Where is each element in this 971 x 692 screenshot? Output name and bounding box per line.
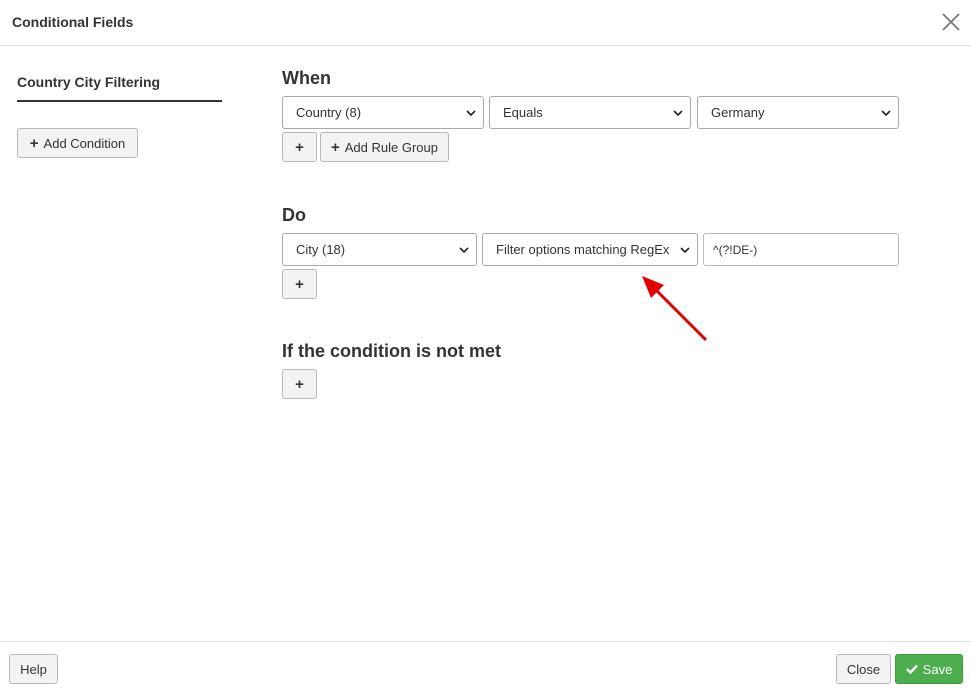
save-button[interactable]: Save xyxy=(895,654,963,684)
when-operator-value: Equals xyxy=(503,105,543,120)
dialog-title: Conditional Fields xyxy=(12,14,134,30)
add-else-action-button[interactable]: + xyxy=(282,369,317,399)
condition-tab[interactable]: Country City Filtering xyxy=(17,74,222,102)
chevron-down-icon xyxy=(466,110,476,117)
regex-input[interactable]: ^(?!DE-) xyxy=(703,233,899,266)
plus-icon: + xyxy=(295,275,304,293)
do-field-select[interactable]: City (18) xyxy=(282,233,477,266)
plus-icon: + xyxy=(29,134,39,152)
plus-icon: + xyxy=(295,138,304,156)
add-rule-group-button[interactable]: + Add Rule Group xyxy=(320,132,449,162)
dialog-header: Conditional Fields xyxy=(0,0,971,46)
add-rule-group-label: Add Rule Group xyxy=(344,139,438,155)
save-label: Save xyxy=(922,661,953,677)
when-value-value: Germany xyxy=(711,105,765,120)
add-condition-label: Add Condition xyxy=(43,135,126,151)
plus-icon: + xyxy=(331,138,340,156)
dialog-footer xyxy=(0,641,971,692)
chevron-down-icon xyxy=(881,110,891,117)
when-field-select[interactable]: Country (8) xyxy=(282,96,484,129)
do-action-value: Filter options matching RegEx xyxy=(496,242,670,257)
regex-input-value: ^(?!DE-) xyxy=(713,242,758,257)
when-value-select[interactable]: Germany xyxy=(697,96,899,129)
help-button[interactable]: Help xyxy=(9,654,58,684)
close-label: Close xyxy=(846,661,881,677)
close-icon[interactable] xyxy=(941,12,961,32)
do-heading: Do xyxy=(282,205,306,225)
plus-icon: + xyxy=(295,375,304,393)
add-rule-button[interactable]: + xyxy=(282,132,317,162)
when-operator-select[interactable]: Equals xyxy=(489,96,691,129)
help-label: Help xyxy=(20,661,47,677)
add-condition-button[interactable]: + Add Condition xyxy=(17,128,138,158)
when-field-value: Country (8) xyxy=(296,105,362,120)
chevron-down-icon xyxy=(680,247,690,254)
condition-tab-label: Country City Filtering xyxy=(17,74,161,90)
when-heading: When xyxy=(282,68,331,88)
checkmark-icon xyxy=(905,662,918,677)
add-action-button[interactable]: + xyxy=(282,269,317,299)
do-field-value: City (18) xyxy=(296,242,346,257)
do-action-select[interactable]: Filter options matching RegEx xyxy=(482,233,698,266)
chevron-down-icon xyxy=(459,247,469,254)
chevron-down-icon xyxy=(673,110,683,117)
close-button[interactable]: Close xyxy=(836,654,891,684)
else-heading: If the condition is not met xyxy=(282,341,501,361)
